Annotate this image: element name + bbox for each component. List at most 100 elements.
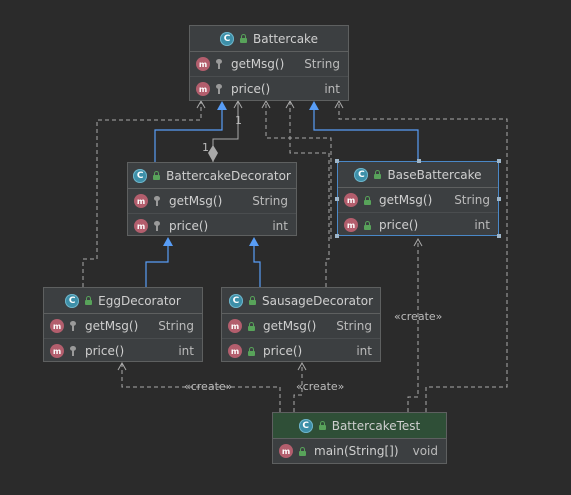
create-label: «create» [296,380,345,393]
method-name: price() [169,219,209,233]
method-type: void [412,444,438,458]
selection-handle[interactable] [417,159,421,163]
method-icon: m [196,57,210,71]
public-lock-icon [363,220,371,230]
public-lock-icon [318,421,326,430]
dependency-edges [82,101,508,412]
class-battercake[interactable]: C Battercake m getMsg() String m price()… [189,25,349,101]
method-icon: m [344,193,358,207]
class-icon: C [65,293,80,308]
method-icon: m [196,82,210,96]
class-egg-decorator[interactable]: C EggDecorator m getMsg() String m price… [43,287,203,362]
protected-key-icon [69,346,77,356]
method-name: price() [85,344,125,358]
class-sausage-decorator[interactable]: C SausageDecorator m getMsg() String m p… [221,287,381,362]
edge-base-inherits [313,110,419,161]
method-icon: m [134,194,148,208]
selection-handle[interactable] [497,197,501,201]
edge-sausage-inherits [253,246,261,287]
class-icon: C [220,31,235,46]
method-row[interactable]: m getMsg() String [190,52,348,76]
class-name: BattercakeTest [331,418,421,433]
class-name: EggDecorator [98,293,181,308]
public-lock-icon [239,34,248,43]
method-row[interactable]: m price() int [44,338,202,363]
class-name: SausageDecorator [261,293,373,308]
selection-handle[interactable] [335,159,339,163]
method-icon: m [50,319,64,333]
arrowhead-base-inherit [309,101,319,110]
protected-key-icon [69,321,77,331]
method-type: int [356,344,372,358]
class-name: BattercakeDecorator [166,168,291,183]
class-battercake-decorator[interactable]: C BattercakeDecorator m getMsg() String … [127,162,297,236]
edge-test-battercake [338,101,508,412]
method-name: price() [379,218,419,232]
class-header[interactable]: C BattercakeDecorator [128,163,296,189]
selection-handle[interactable] [335,234,339,238]
protected-key-icon [153,221,161,231]
method-row[interactable]: m getMsg() String [44,314,202,338]
class-header[interactable]: C SausageDecorator [222,288,380,314]
class-name: BaseBattercake [387,167,482,182]
method-icon: m [228,319,242,333]
class-battercake-test[interactable]: C BattercakeTest m main(String[]) void [272,412,447,464]
class-header[interactable]: C BattercakeTest [273,413,446,439]
method-name: price() [263,344,303,358]
arrowhead-egg-inherit [163,237,173,246]
method-type: int [474,218,490,232]
method-type: int [272,219,288,233]
diagram-canvas[interactable]: C Battercake m getMsg() String m price()… [0,0,571,495]
method-name: price() [231,82,271,96]
method-row[interactable]: m price() int [222,338,380,363]
class-header[interactable]: C Battercake [190,26,348,52]
class-icon: C [354,167,369,182]
method-icon: m [228,344,242,358]
method-name: getMsg() [379,193,433,207]
method-icon: m [344,218,358,232]
method-name: getMsg() [85,319,139,333]
public-lock-icon [84,296,93,305]
method-row[interactable]: m main(String[]) void [273,439,446,463]
method-row[interactable]: m price() int [190,76,348,101]
aggregation-diamond [208,145,218,162]
multiplicity-label: 1 [235,114,242,127]
method-name: getMsg() [169,194,223,208]
protected-key-icon [215,84,223,94]
method-type: String [304,57,340,71]
arrowhead-sausage-inherit [249,237,259,246]
edge-test-base [407,239,419,412]
class-header[interactable]: C EggDecorator [44,288,202,314]
protected-key-icon [153,196,161,206]
selection-handle[interactable] [335,197,339,201]
method-type: String [336,319,372,333]
method-name: main(String[]) [314,444,399,458]
public-lock-icon [247,321,255,331]
public-lock-icon [373,170,382,179]
public-lock-icon [248,296,256,305]
method-icon: m [134,219,148,233]
class-header[interactable]: C BaseBattercake [338,162,498,188]
method-type: int [324,82,340,96]
class-icon: C [133,168,148,183]
class-icon: C [228,293,243,308]
create-label: «create» [394,310,443,323]
selection-handle[interactable] [497,234,501,238]
method-type: String [252,194,288,208]
class-icon: C [298,418,313,433]
protected-key-icon [215,59,223,69]
multiplicity-label: 1 [202,141,209,154]
method-row[interactable]: m getMsg() String [128,189,296,213]
public-lock-icon [363,195,371,205]
method-row[interactable]: m getMsg() String [338,188,498,212]
public-lock-icon [298,446,306,456]
method-row[interactable]: m price() int [338,212,498,237]
method-row[interactable]: m getMsg() String [222,314,380,338]
edge-egg-inherits [145,246,169,287]
class-name: Battercake [253,31,318,46]
method-row[interactable]: m price() int [128,213,296,238]
selection-handle[interactable] [497,159,501,163]
public-lock-icon [247,346,255,356]
class-base-battercake[interactable]: C BaseBattercake m getMsg() String m pri… [335,159,501,238]
method-type: String [158,319,194,333]
